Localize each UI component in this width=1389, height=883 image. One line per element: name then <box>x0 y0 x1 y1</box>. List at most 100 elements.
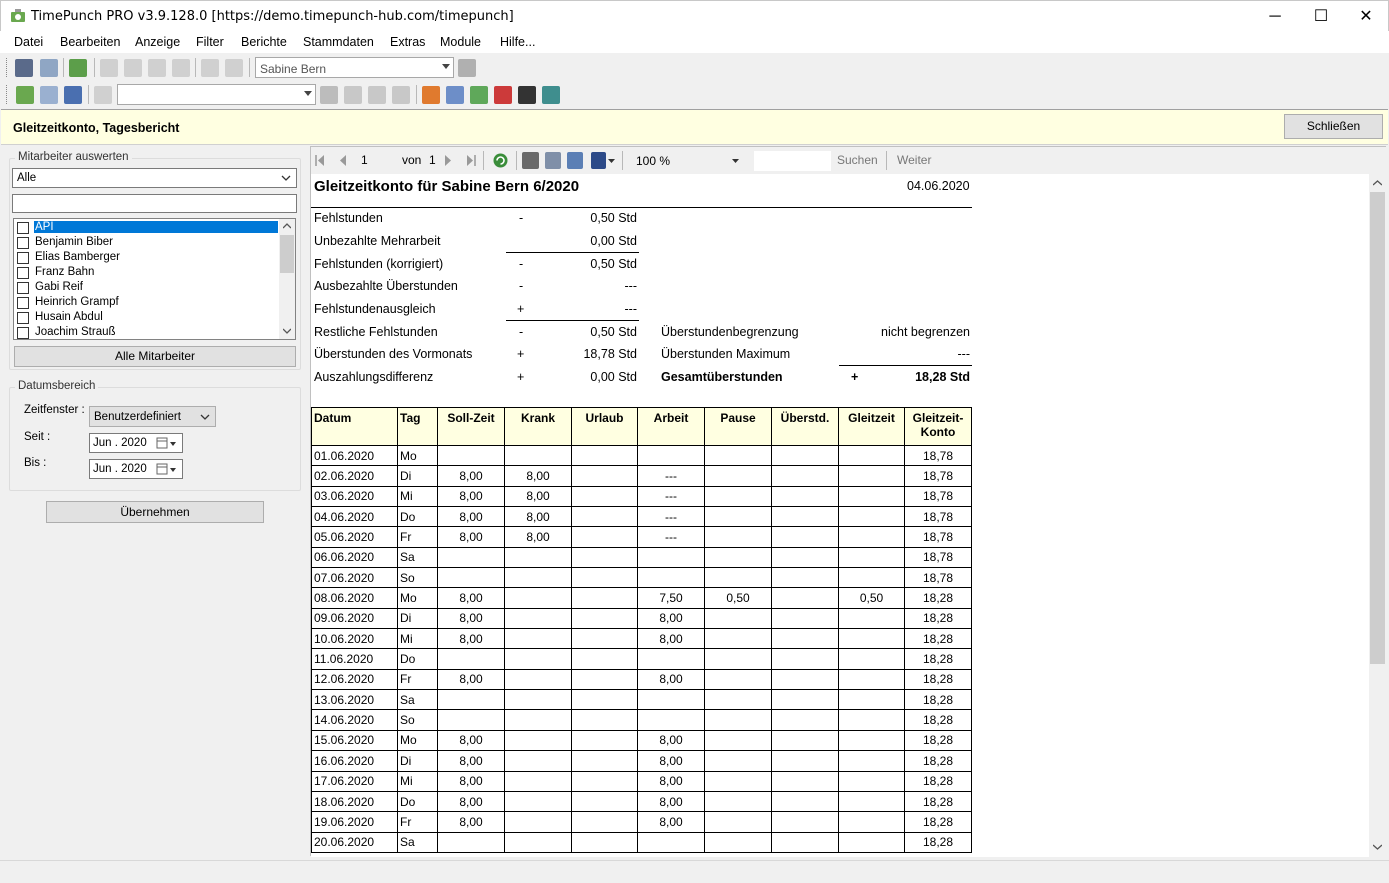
list-scrollbar[interactable] <box>279 219 295 339</box>
chevron-down-icon[interactable] <box>1373 844 1382 850</box>
list-item[interactable]: Elias Bamberger <box>15 250 279 265</box>
zeitfenster-select[interactable]: Benutzerdefiniert <box>89 406 216 427</box>
toolbar-grip[interactable] <box>6 85 9 104</box>
table-icon[interactable] <box>446 86 464 104</box>
calendar-dropdown-icon[interactable] <box>156 437 178 450</box>
print-icon[interactable] <box>522 152 539 169</box>
checkbox[interactable] <box>17 297 29 309</box>
previous-page-icon[interactable] <box>339 155 347 166</box>
checkbox[interactable] <box>17 222 29 234</box>
all-employees-button[interactable]: Alle Mitarbeiter <box>14 346 296 367</box>
list-item[interactable]: API <box>15 220 279 235</box>
menu-module[interactable]: Module <box>440 35 481 49</box>
report-search-input[interactable] <box>754 151 831 171</box>
employee-combo[interactable]: Sabine Bern <box>255 57 454 78</box>
checkbox[interactable] <box>17 252 29 264</box>
refresh-clock-icon[interactable] <box>542 86 560 104</box>
checkbox[interactable] <box>17 327 29 339</box>
check-icon[interactable] <box>368 86 386 104</box>
last-page-icon[interactable] <box>466 155 476 166</box>
employee-filter-select[interactable]: Alle <box>12 168 297 188</box>
checkbox[interactable] <box>17 312 29 324</box>
list-item[interactable]: Benjamin Biber <box>15 235 279 250</box>
close-window-button[interactable]: ✕ <box>1343 1 1389 32</box>
edit-record-icon[interactable] <box>225 59 243 77</box>
copy-icon[interactable] <box>124 59 142 77</box>
menu-extras[interactable]: Extras <box>390 35 425 49</box>
scroll-thumb[interactable] <box>280 235 294 273</box>
refresh-icon[interactable] <box>492 152 509 169</box>
cancel-icon[interactable] <box>392 86 410 104</box>
table-cell: 18,28 <box>904 587 972 609</box>
menu-anzeige[interactable]: Anzeige <box>135 35 180 49</box>
chevron-down-icon[interactable] <box>608 159 615 163</box>
maximize-button[interactable]: ☐ <box>1298 1 1344 32</box>
secondary-combo[interactable] <box>117 84 316 105</box>
table-cell <box>771 526 839 548</box>
list-item[interactable]: Heinrich Grampf <box>15 295 279 310</box>
table-cell: 18,78 <box>904 506 972 528</box>
table-cell <box>571 790 638 813</box>
minimize-button[interactable]: ─ <box>1252 1 1298 32</box>
chevron-up-icon[interactable] <box>1373 180 1382 186</box>
paste-special-icon[interactable] <box>172 59 190 77</box>
chart-icon[interactable] <box>422 86 440 104</box>
employee-search-input[interactable] <box>12 194 297 213</box>
report-scrollbar[interactable] <box>1369 174 1386 857</box>
list-item[interactable]: Husain Abdul <box>15 310 279 325</box>
eraser-black-icon[interactable] <box>518 86 536 104</box>
page-number-input[interactable]: 1 <box>361 153 368 167</box>
eraser-icon[interactable] <box>40 86 58 104</box>
print-icon[interactable] <box>15 59 33 77</box>
menu-datei[interactable]: Datei <box>14 35 43 49</box>
export-icon[interactable] <box>69 59 87 77</box>
table-cell: 8,00 <box>504 526 572 548</box>
export-save-icon[interactable] <box>591 152 606 169</box>
paste-icon[interactable] <box>148 59 166 77</box>
save-all-icon[interactable] <box>344 86 362 104</box>
checkbox[interactable] <box>17 237 29 249</box>
list-item[interactable]: Gabi Reif <box>15 280 279 295</box>
search-button[interactable]: Suchen <box>837 153 878 167</box>
menu-filter[interactable]: Filter <box>196 35 224 49</box>
zoom-select[interactable]: 100 % <box>631 151 743 171</box>
seit-date-picker[interactable]: Jun . 2020 <box>89 433 183 453</box>
toolbar-grip[interactable] <box>6 58 9 77</box>
menu-stammdaten[interactable]: Stammdaten <box>303 35 374 49</box>
new-record-icon[interactable] <box>201 59 219 77</box>
first-page-icon[interactable] <box>315 155 325 166</box>
calendar-icon[interactable] <box>64 86 82 104</box>
calendar-grid-icon[interactable] <box>470 86 488 104</box>
chevron-down-icon[interactable] <box>283 328 291 334</box>
user-lookup-icon[interactable] <box>458 59 476 77</box>
table-cell: 8,00 <box>437 790 505 813</box>
next-page-icon[interactable] <box>444 155 452 166</box>
list-item[interactable]: Joachim Strauß <box>15 325 279 339</box>
chevron-up-icon[interactable] <box>283 223 291 229</box>
document-icon[interactable] <box>94 86 112 104</box>
menu-berichte[interactable]: Berichte <box>241 35 287 49</box>
print-preview-icon[interactable] <box>40 59 58 77</box>
employee-list[interactable]: API Benjamin Biber Elias Bamberger Franz… <box>13 218 296 340</box>
checkbox[interactable] <box>17 282 29 294</box>
page-setup-icon[interactable] <box>567 152 583 169</box>
table-cell <box>704 526 772 548</box>
menu-bearbeiten[interactable]: Bearbeiten <box>60 35 120 49</box>
scissors-icon[interactable] <box>494 86 512 104</box>
print-layout-icon[interactable] <box>545 152 561 169</box>
scroll-thumb[interactable] <box>1370 192 1385 664</box>
cut-icon[interactable] <box>100 59 118 77</box>
calendar-dropdown-icon[interactable] <box>156 463 178 476</box>
next-match-button[interactable]: Weiter <box>897 153 931 167</box>
list-item[interactable]: Franz Bahn <box>15 265 279 280</box>
bis-date-picker[interactable]: Jun . 2020 <box>89 459 183 479</box>
table-cell: So <box>397 567 438 589</box>
menu-hilfe[interactable]: Hilfe... <box>500 35 535 49</box>
apply-button[interactable]: Übernehmen <box>46 501 264 523</box>
table-cell <box>704 648 772 670</box>
save-icon[interactable] <box>320 86 338 104</box>
table-cell <box>704 750 772 772</box>
close-report-button[interactable]: Schließen <box>1284 114 1383 139</box>
time-entry-icon[interactable] <box>16 86 34 104</box>
checkbox[interactable] <box>17 267 29 279</box>
